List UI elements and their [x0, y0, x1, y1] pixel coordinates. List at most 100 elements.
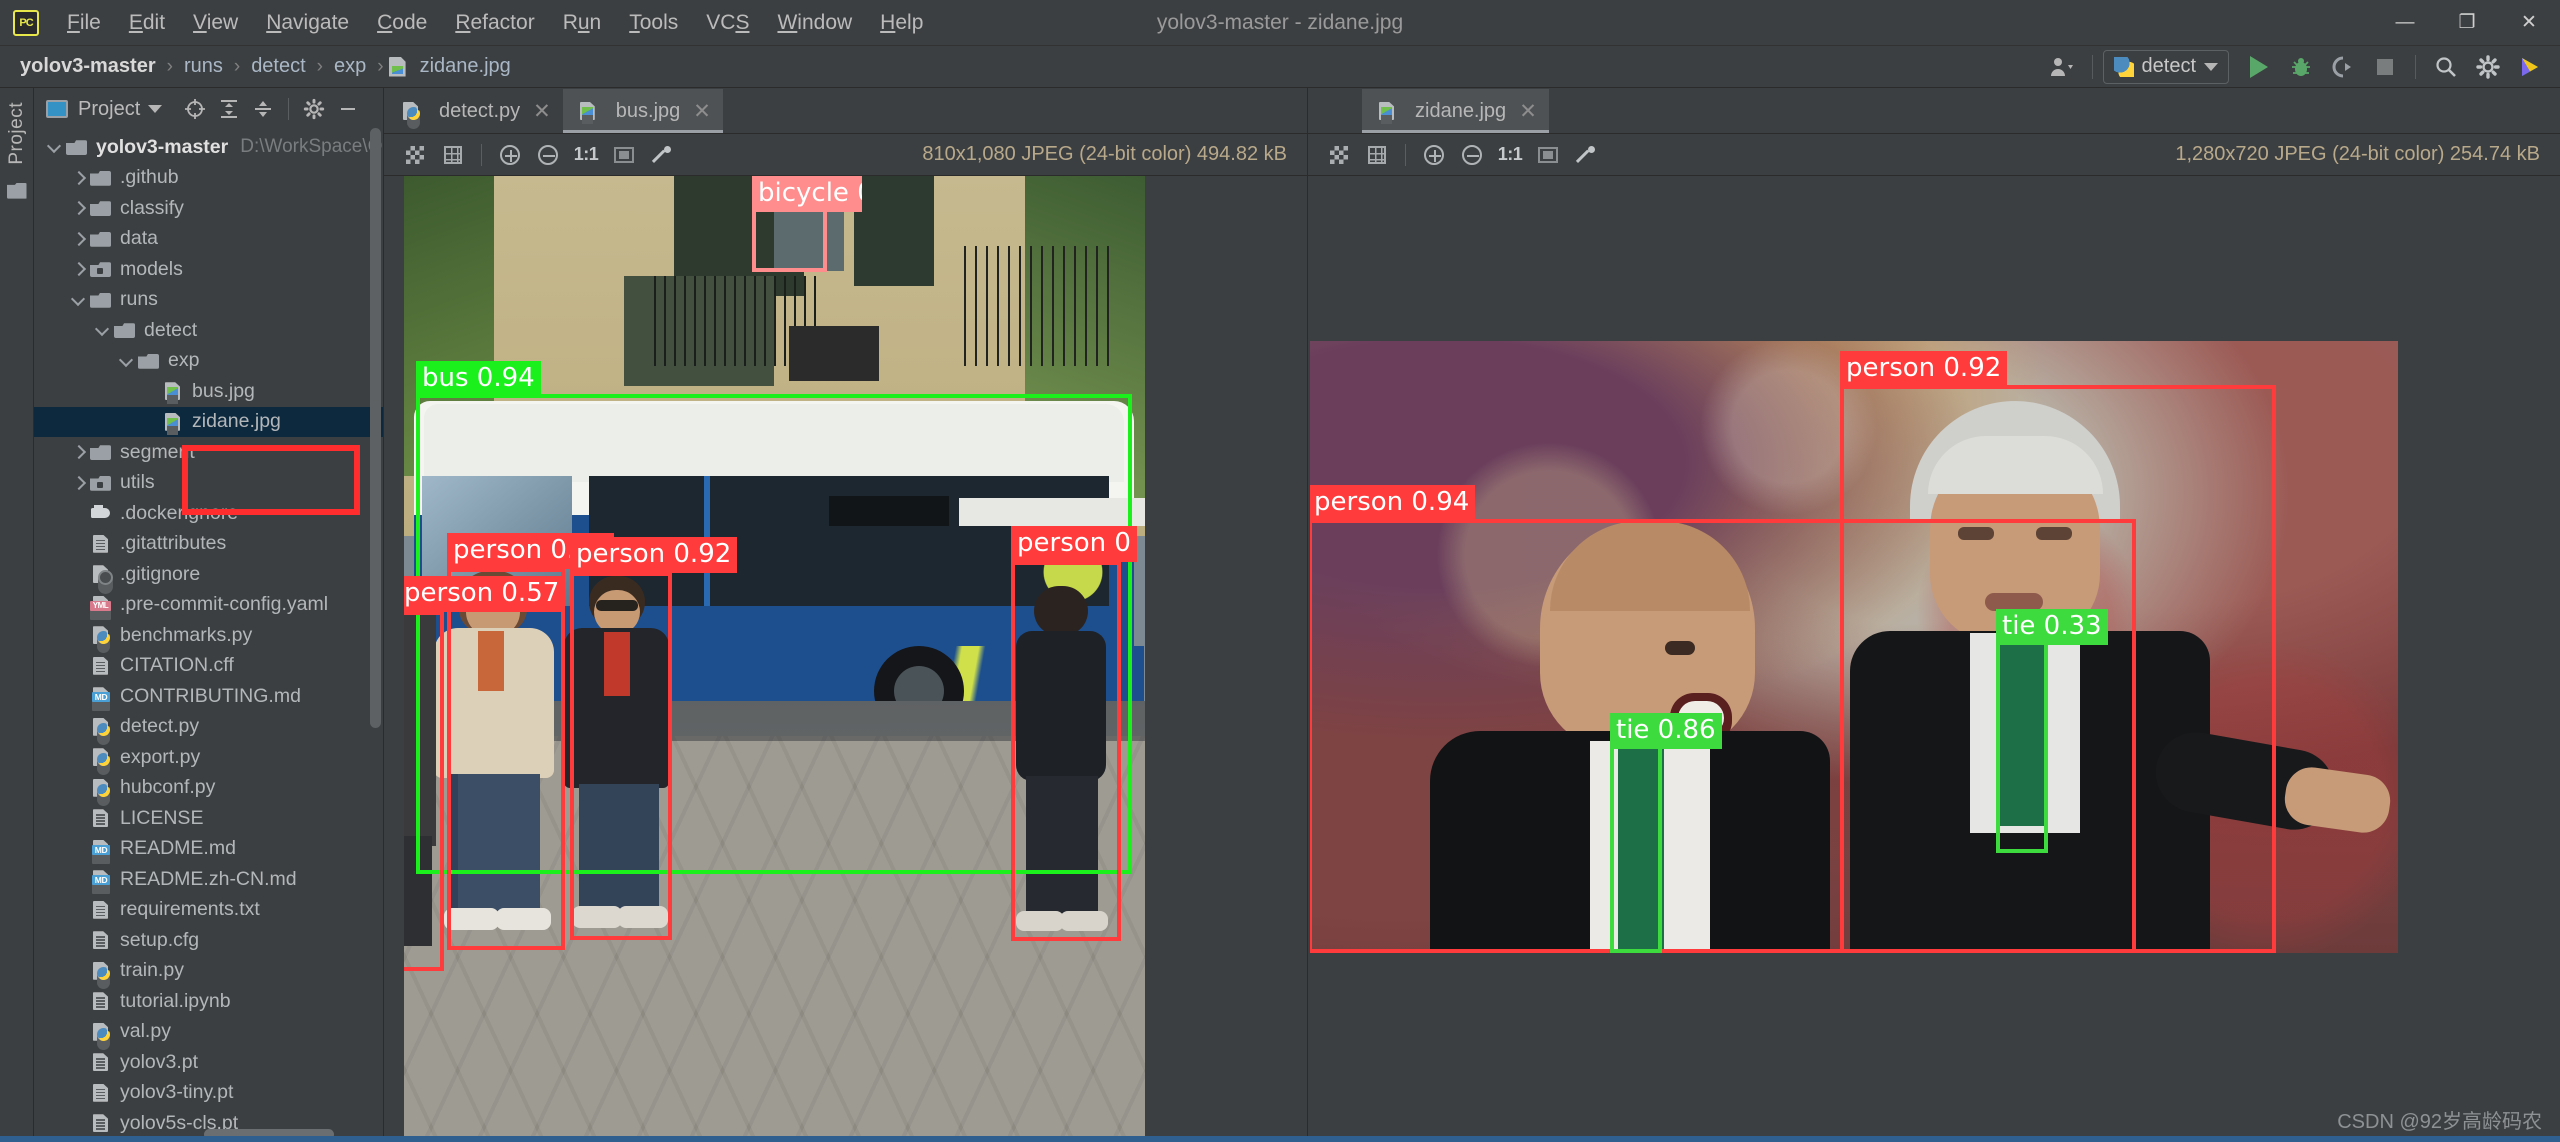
menu-item-tools[interactable]: Tools — [615, 7, 692, 39]
chevron-down-icon[interactable] — [94, 321, 112, 339]
breadcrumb-item-3[interactable]: exp — [328, 55, 372, 78]
search-icon[interactable] — [2426, 50, 2466, 84]
tree-row-data[interactable]: data — [34, 224, 383, 255]
tree-row-runs[interactable]: runs — [34, 285, 383, 316]
folder-icon[interactable] — [6, 182, 27, 199]
breadcrumb-item-1[interactable]: runs — [178, 55, 229, 78]
tree-row--pre-commit-config-yaml[interactable]: .pre-commit-config.yaml — [34, 590, 383, 621]
grid-icon[interactable] — [1360, 140, 1394, 170]
close-button[interactable]: ✕ — [2498, 0, 2560, 46]
menu-item-window[interactable]: Window — [763, 7, 866, 39]
updates-icon[interactable] — [2510, 50, 2550, 84]
breadcrumb-item-4[interactable]: zidane.jpg — [414, 55, 517, 78]
tree-row-hubconf-py[interactable]: hubconf.py — [34, 773, 383, 804]
chevron-right-icon[interactable] — [70, 260, 88, 278]
tree-row-zidane-jpg[interactable]: zidane.jpg — [34, 406, 383, 437]
menu-item-vcs[interactable]: VCS — [692, 7, 763, 39]
stop-square-icon[interactable] — [2365, 50, 2405, 84]
gear-icon[interactable] — [299, 95, 329, 123]
chevron-down-icon[interactable] — [70, 291, 88, 309]
color-picker-icon[interactable] — [1569, 140, 1603, 170]
menu-item-navigate[interactable]: Navigate — [252, 7, 363, 39]
tree-row-tutorial-ipynb[interactable]: tutorial.ipynb — [34, 986, 383, 1017]
chevron-down-icon[interactable] — [118, 352, 136, 370]
collapse-all-icon[interactable] — [248, 95, 278, 123]
run-play-icon[interactable] — [2239, 50, 2279, 84]
menu-item-view[interactable]: View — [179, 7, 252, 39]
expand-all-icon[interactable] — [214, 95, 244, 123]
hide-panel-icon[interactable] — [333, 95, 363, 123]
tree-row-yolov3-tiny-pt[interactable]: yolov3-tiny.pt — [34, 1078, 383, 1109]
chevron-right-icon[interactable] — [70, 169, 88, 187]
grid-icon[interactable] — [436, 140, 470, 170]
color-picker-icon[interactable] — [645, 140, 679, 170]
close-icon[interactable]: ✕ — [693, 99, 711, 124]
menu-item-help[interactable]: Help — [866, 7, 937, 39]
tab-bus-jpg[interactable]: bus.jpg ✕ — [562, 89, 723, 133]
tree-row-models[interactable]: models — [34, 254, 383, 285]
close-icon[interactable]: ✕ — [533, 99, 551, 124]
tree-row-detect[interactable]: detect — [34, 315, 383, 346]
project-tree-scrollbar[interactable] — [370, 128, 381, 728]
menu-item-edit[interactable]: Edit — [115, 7, 179, 39]
tree-row-classify[interactable]: classify — [34, 193, 383, 224]
zoom-out-icon[interactable] — [1455, 140, 1489, 170]
tree-row--github[interactable]: .github — [34, 163, 383, 194]
tree-row-contributing-md[interactable]: CONTRIBUTING.md — [34, 681, 383, 712]
tree-row-bus-jpg[interactable]: bus.jpg — [34, 376, 383, 407]
tree-row-requirements-txt[interactable]: requirements.txt — [34, 895, 383, 926]
chevron-right-icon[interactable] — [70, 474, 88, 492]
tree-row-detect-py[interactable]: detect.py — [34, 712, 383, 743]
image-viewport-left[interactable]: bicycle 0 bus 0.94 person 0.94 person 0.… — [384, 176, 1307, 1142]
tree-row--gitattributes[interactable]: .gitattributes — [34, 529, 383, 560]
maximize-button[interactable]: ❐ — [2436, 0, 2498, 46]
actual-size-button[interactable]: 1:1 — [1493, 140, 1527, 170]
zoom-out-icon[interactable] — [531, 140, 565, 170]
tree-row-utils[interactable]: utils — [34, 468, 383, 499]
zoom-in-icon[interactable] — [1417, 140, 1451, 170]
tree-row-benchmarks-py[interactable]: benchmarks.py — [34, 620, 383, 651]
chevron-down-icon[interactable] — [148, 105, 163, 113]
tree-row-val-py[interactable]: val.py — [34, 1017, 383, 1048]
tree-row-export-py[interactable]: export.py — [34, 742, 383, 773]
tab-detect-py[interactable]: detect.py ✕ — [386, 89, 563, 133]
fit-to-window-icon[interactable] — [1531, 140, 1565, 170]
user-account-icon[interactable] — [2042, 50, 2082, 84]
tree-row-readme-md[interactable]: README.md — [34, 834, 383, 865]
debug-bug-icon[interactable] — [2281, 50, 2321, 84]
tree-row-yolov3-pt[interactable]: yolov3.pt — [34, 1047, 383, 1078]
tree-row-train-py[interactable]: train.py — [34, 956, 383, 987]
checkerboard-icon[interactable] — [398, 140, 432, 170]
menu-item-file[interactable]: File — [53, 7, 115, 39]
target-scope-icon[interactable] — [180, 95, 210, 123]
run-configuration-selector[interactable]: detect — [2102, 49, 2229, 84]
menu-item-refactor[interactable]: Refactor — [441, 7, 548, 39]
tree-row-citation-cff[interactable]: CITATION.cff — [34, 651, 383, 682]
actual-size-button[interactable]: 1:1 — [569, 140, 603, 170]
minimize-button[interactable]: — — [2374, 0, 2436, 46]
image-viewport-right[interactable]: person 0.92 person 0.94 tie 0.33 tie 0.8… — [1308, 176, 2560, 1142]
menu-item-code[interactable]: Code — [363, 7, 441, 39]
breadcrumb-item-2[interactable]: detect — [245, 55, 311, 78]
zoom-in-icon[interactable] — [493, 140, 527, 170]
close-icon[interactable]: ✕ — [1519, 99, 1537, 124]
tree-row--dockerignore[interactable]: .dockerignore — [34, 498, 383, 529]
project-tree[interactable]: yolov3-master D:\WorkSpace\O .github classi… — [34, 130, 383, 1142]
menu-item-run[interactable]: Run — [549, 7, 616, 39]
tree-row-yolov3-master[interactable]: yolov3-master D:\WorkSpace\O — [34, 132, 383, 163]
chevron-right-icon[interactable] — [70, 199, 88, 217]
tab-zidane-jpg[interactable]: zidane.jpg ✕ — [1362, 89, 1549, 133]
fit-to-window-icon[interactable] — [607, 140, 641, 170]
chevron-down-icon[interactable] — [46, 138, 64, 156]
tree-row-exp[interactable]: exp — [34, 346, 383, 377]
tree-row--gitignore[interactable]: .gitignore — [34, 559, 383, 590]
gear-icon[interactable] — [2468, 50, 2508, 84]
tool-window-button-project[interactable]: Project — [6, 102, 28, 165]
tree-row-license[interactable]: LICENSE — [34, 803, 383, 834]
breadcrumb-item-0[interactable]: yolov3-master — [14, 55, 162, 78]
chevron-right-icon[interactable] — [70, 230, 88, 248]
tree-row-readme-zh-cn-md[interactable]: README.zh-CN.md — [34, 864, 383, 895]
checkerboard-icon[interactable] — [1322, 140, 1356, 170]
tree-row-segment[interactable]: segment — [34, 437, 383, 468]
tree-row-setup-cfg[interactable]: setup.cfg — [34, 925, 383, 956]
